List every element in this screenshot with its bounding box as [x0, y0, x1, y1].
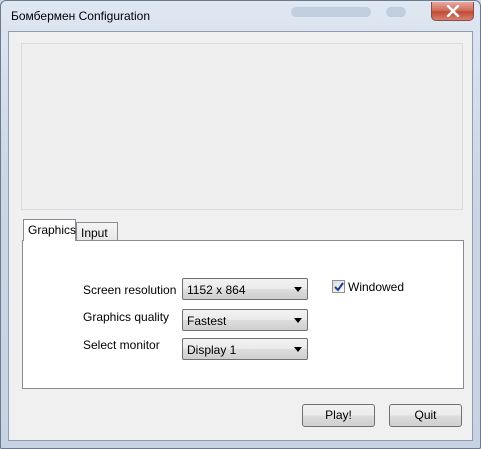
play-button[interactable]: Play! — [302, 404, 375, 427]
windowed-label: Windowed — [348, 280, 405, 294]
dropdown-arrow-icon — [294, 347, 302, 352]
tab-graphics-label: Graphics — [28, 223, 77, 237]
screen-resolution-select[interactable]: 1152 x 864 — [182, 278, 308, 300]
dropdown-arrow-icon — [294, 287, 302, 292]
select-monitor-label: Select monitor — [83, 338, 160, 352]
banner-image — [21, 43, 463, 210]
select-monitor-value: Display 1 — [187, 343, 237, 357]
title-bar[interactable]: Бомбермен Configuration — [1, 1, 480, 31]
background-blur — [291, 7, 371, 17]
tab-input[interactable]: Input — [76, 222, 118, 242]
window-title: Бомбермен Configuration — [11, 9, 151, 23]
config-window: Бомбермен Configuration Input Graphics S… — [0, 0, 481, 449]
quit-button[interactable]: Quit — [389, 404, 462, 427]
client-area: Input Graphics Screen resolution 1152 x … — [8, 31, 473, 441]
screen-resolution-label: Screen resolution — [83, 283, 177, 297]
graphics-quality-value: Fastest — [187, 314, 227, 328]
graphics-quality-label: Graphics quality — [83, 310, 170, 324]
tab-input-label: Input — [81, 226, 108, 240]
graphics-tab-panel: Screen resolution 1152 x 864 Windowed Gr… — [22, 240, 464, 389]
close-icon — [446, 5, 460, 17]
close-button[interactable] — [431, 2, 474, 21]
dropdown-arrow-icon — [294, 318, 302, 323]
screen-resolution-value: 1152 x 864 — [187, 283, 246, 297]
checkmark-icon — [334, 282, 344, 292]
background-blur — [386, 7, 406, 17]
select-monitor-select[interactable]: Display 1 — [182, 338, 308, 360]
windowed-checkbox[interactable] — [332, 280, 345, 293]
graphics-quality-select[interactable]: Fastest — [182, 309, 308, 331]
tab-graphics[interactable]: Graphics — [23, 219, 76, 241]
